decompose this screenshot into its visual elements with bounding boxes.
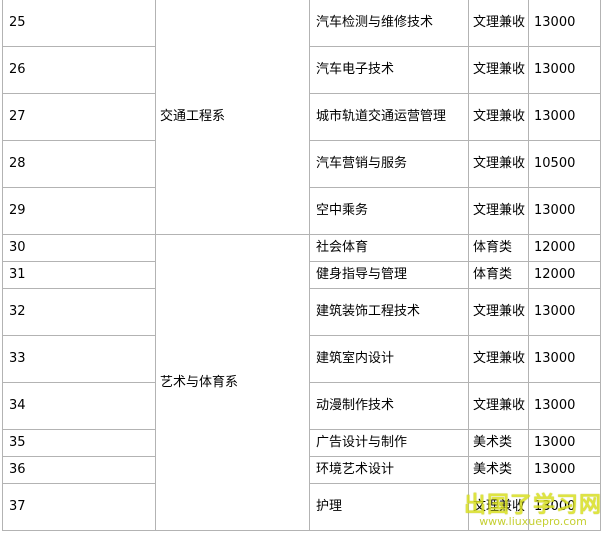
major-name: 动漫制作技术	[309, 382, 469, 430]
major-name: 建筑装饰工程技术	[309, 288, 469, 336]
row-number: 31	[2, 261, 156, 289]
tuition-fee: 13000	[528, 288, 601, 336]
row-number: 34	[2, 382, 156, 430]
tuition-fee: 13000	[528, 382, 601, 430]
tuition-fee: 13000	[528, 46, 601, 94]
major-name: 广告设计与制作	[309, 429, 469, 457]
major-name: 健身指导与管理	[309, 261, 469, 289]
row-number: 25	[2, 0, 156, 47]
tuition-fee: 13000	[528, 335, 601, 383]
major-name: 环境艺术设计	[309, 456, 469, 484]
major-name: 护理	[309, 483, 469, 531]
row-number: 26	[2, 46, 156, 94]
major-name: 汽车检测与维修技术	[309, 0, 469, 47]
row-number: 30	[2, 234, 156, 262]
major-name: 城市轨道交通运营管理	[309, 93, 469, 141]
major-name: 建筑室内设计	[309, 335, 469, 383]
row-number: 28	[2, 140, 156, 188]
enrollment-table: 25 交通工程系 汽车检测与维修技术 文理兼收 13000 26 汽车电子技术 …	[2, 0, 601, 531]
department-cell: 交通工程系	[155, 0, 310, 235]
admission-type: 文理兼收	[468, 382, 529, 430]
major-name: 汽车营销与服务	[309, 140, 469, 188]
row-number: 32	[2, 288, 156, 336]
row-number: 35	[2, 429, 156, 457]
row-number: 36	[2, 456, 156, 484]
tuition-fee: 13000	[528, 0, 601, 47]
admission-type: 文理兼收	[468, 93, 529, 141]
row-number: 33	[2, 335, 156, 383]
admission-type: 美术类	[468, 456, 529, 484]
major-name: 空中乘务	[309, 187, 469, 235]
tuition-fee: 10500	[528, 140, 601, 188]
major-name: 社会体育	[309, 234, 469, 262]
admission-type: 文理兼收	[468, 0, 529, 47]
admission-type: 体育类	[468, 234, 529, 262]
tuition-fee: 13000	[528, 483, 601, 531]
tuition-fee: 13000	[528, 429, 601, 457]
tuition-fee: 13000	[528, 456, 601, 484]
admission-type: 文理兼收	[468, 288, 529, 336]
row-number: 27	[2, 93, 156, 141]
table-row: 25 交通工程系 汽车检测与维修技术 文理兼收 13000	[2, 0, 601, 235]
row-number: 37	[2, 483, 156, 531]
tuition-fee: 12000	[528, 261, 601, 289]
row-number: 29	[2, 187, 156, 235]
admission-type: 美术类	[468, 429, 529, 457]
admission-type: 文理兼收	[468, 46, 529, 94]
admission-type: 文理兼收	[468, 483, 529, 531]
admission-type: 文理兼收	[468, 140, 529, 188]
admission-type: 文理兼收	[468, 335, 529, 383]
admission-type: 体育类	[468, 261, 529, 289]
admission-type: 文理兼收	[468, 187, 529, 235]
department-cell: 艺术与体育系	[155, 234, 310, 531]
tuition-fee: 13000	[528, 187, 601, 235]
tuition-fee: 13000	[528, 93, 601, 141]
tuition-fee: 12000	[528, 234, 601, 262]
major-name: 汽车电子技术	[309, 46, 469, 94]
table-row: 30 艺术与体育系 社会体育 体育类 12000	[2, 234, 601, 531]
